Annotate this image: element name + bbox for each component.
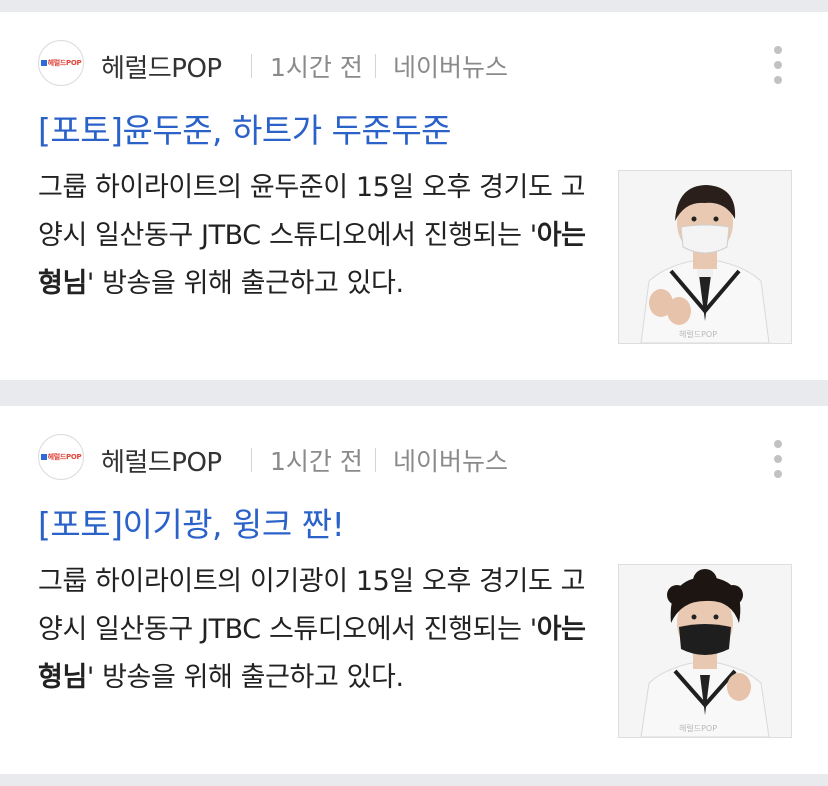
photo-watermark: 헤럴드POP xyxy=(679,724,717,733)
portal-name: 네이버뉴스 xyxy=(393,53,509,82)
timestamp: 1시간 전 xyxy=(270,53,363,82)
divider xyxy=(375,448,376,472)
article-headline[interactable]: [포토]이기광, 윙크 짠! xyxy=(38,498,345,546)
more-options-icon[interactable] xyxy=(766,436,790,482)
article-thumbnail[interactable]: 헤럴드POP xyxy=(618,564,792,738)
person-photo: 헤럴드POP xyxy=(619,171,791,343)
divider xyxy=(251,448,252,472)
article-summary[interactable]: 그룹 하이라이트의 이기광이 15일 오후 경기도 고양시 일산동구 JTBC … xyxy=(38,558,588,702)
news-card[interactable]: 헤럴드POP 헤럴드POP 1시간 전 네이버뉴스 [포토]이기광, 윙크 짠!… xyxy=(0,406,828,774)
article-thumbnail[interactable]: 헤럴드POP xyxy=(618,170,792,344)
timestamp: 1시간 전 xyxy=(270,447,363,476)
portal-name: 네이버뉴스 xyxy=(393,447,509,476)
publisher-name[interactable]: 헤럴드POP xyxy=(101,48,222,85)
photo-watermark: 헤럴드POP xyxy=(679,330,717,339)
article-headline[interactable]: [포토]윤두준, 하트가 두준두준 xyxy=(38,104,452,152)
publisher-logo[interactable]: 헤럴드POP xyxy=(38,40,84,86)
source-row: 헤럴드POP 헤럴드POP 1시간 전 네이버뉴스 xyxy=(38,434,808,482)
divider xyxy=(375,54,376,78)
publisher-name[interactable]: 헤럴드POP xyxy=(101,442,222,479)
more-options-icon[interactable] xyxy=(766,42,790,88)
publisher-logo[interactable]: 헤럴드POP xyxy=(38,434,84,480)
source-row: 헤럴드POP 헤럴드POP 1시간 전 네이버뉴스 xyxy=(38,40,808,88)
person-photo: 헤럴드POP xyxy=(619,565,791,737)
news-card[interactable]: 헤럴드POP 헤럴드POP 1시간 전 네이버뉴스 [포토]윤두준, 하트가 두… xyxy=(0,12,828,380)
divider xyxy=(251,54,252,78)
article-summary[interactable]: 그룹 하이라이트의 윤두준이 15일 오후 경기도 고양시 일산동구 JTBC … xyxy=(38,164,588,308)
